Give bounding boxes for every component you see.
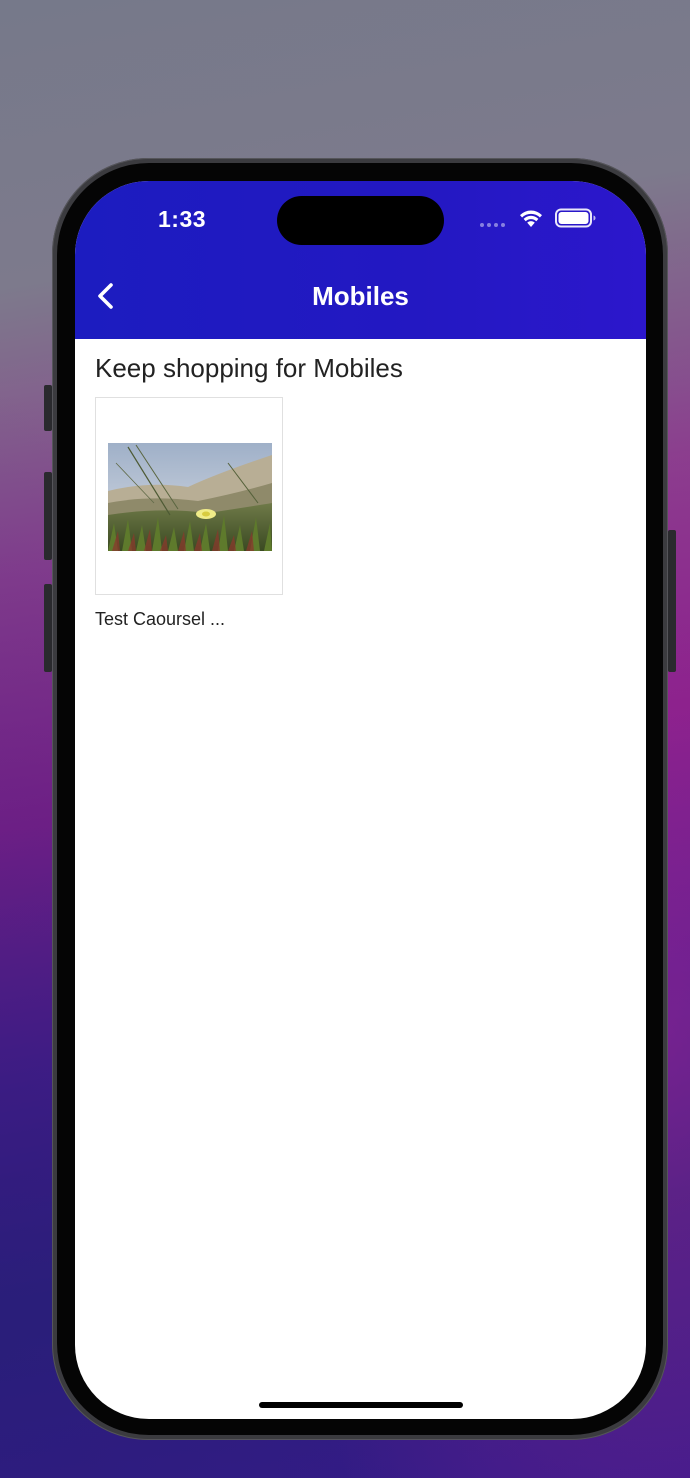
action-button xyxy=(44,385,52,431)
cellular-dots-icon xyxy=(480,223,505,227)
wifi-icon xyxy=(520,210,542,227)
product-name[interactable]: Test Caoursel ... xyxy=(95,609,225,630)
product-image xyxy=(108,443,272,551)
battery-icon xyxy=(555,208,596,228)
app-bar: 1:33 Mobiles xyxy=(75,181,646,339)
home-indicator[interactable] xyxy=(259,1402,463,1408)
dynamic-island xyxy=(277,196,444,245)
page-title: Mobiles xyxy=(312,281,409,311)
power-button xyxy=(668,530,676,672)
phone-screen: 1:33 Mobiles Keep shopping for Mobiles T… xyxy=(75,181,646,1419)
product-card[interactable] xyxy=(95,397,283,595)
volume-up-button xyxy=(44,472,52,560)
section-title: Keep shopping for Mobiles xyxy=(95,353,403,383)
status-time: 1:33 xyxy=(158,206,207,232)
volume-down-button xyxy=(44,584,52,672)
